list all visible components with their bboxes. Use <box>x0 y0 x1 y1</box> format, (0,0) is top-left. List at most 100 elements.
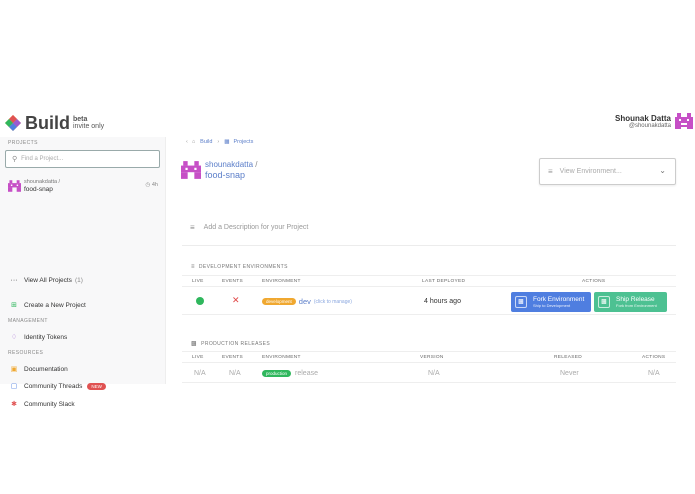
view-all-count: (1) <box>74 277 83 284</box>
environment-select[interactable]: ≡ View Environment... ⌄ <box>539 158 676 185</box>
title-owner: shounakdatta / <box>205 160 258 170</box>
breadcrumb: ‹ ⌂ Build › ▩ Projects <box>186 139 253 145</box>
box-icon: ▩ <box>224 139 230 145</box>
avatar-icon[interactable] <box>675 113 693 129</box>
project-name: food-snap <box>24 186 53 193</box>
documentation-link[interactable]: ▣ Documentation <box>10 365 68 374</box>
env-cell[interactable]: development dev (click to manage) <box>262 297 352 306</box>
sidebar-project-food-snap[interactable]: shounakdatta / food-snap ◷ 4h <box>8 179 158 193</box>
documentation-label: Documentation <box>24 365 68 373</box>
project-search-input[interactable]: ⚲ Find a Project... <box>5 150 160 168</box>
brand-logo[interactable]: Build beta invite only <box>4 113 104 133</box>
breadcrumb-projects[interactable]: Projects <box>233 139 253 145</box>
community-threads-link[interactable]: ▢ Community Threads NEW <box>10 382 106 390</box>
prod-released: Never <box>560 370 579 377</box>
table-row[interactable]: N/A N/A production release N/A Never N/A <box>182 364 676 383</box>
project-text: shounakdatta / food-snap <box>24 179 60 193</box>
live-status-dot <box>196 297 204 305</box>
title-project-name: food-snap <box>205 170 246 180</box>
prod-env-name: release <box>295 370 318 377</box>
fork-subtitle: Ship to Development <box>533 303 571 308</box>
book-icon: ▣ <box>10 366 18 373</box>
view-all-projects-link[interactable]: ··· View All Projects (1) <box>10 277 83 284</box>
description-input[interactable]: ≡ Add a Description for your Project <box>190 223 308 232</box>
col-events: EVENTS <box>222 279 243 284</box>
search-placeholder: Find a Project... <box>21 156 64 162</box>
prod-section-label: PRODUCTION RELEASES <box>201 340 271 347</box>
box-icon: ▩ <box>515 296 527 308</box>
view-all-label: View All Projects <box>24 277 72 284</box>
create-project-label: Create a New Project <box>24 301 86 309</box>
prod-env-cell[interactable]: production release <box>262 370 318 377</box>
tag-icon: ♢ <box>10 334 18 341</box>
ship-text: Ship Release Fork from Environment <box>616 296 657 308</box>
breadcrumb-build[interactable]: Build <box>200 139 212 145</box>
col-last-deployed: LAST DEPLOYED <box>422 279 466 284</box>
breadcrumb-separator-icon: › <box>217 139 220 145</box>
identity-tokens-label: Identity Tokens <box>24 333 68 341</box>
fork-text: Fork Environment Ship to Development <box>533 296 584 308</box>
col-version: VERSION <box>420 355 444 360</box>
invite-only-tag: invite only <box>73 123 105 130</box>
community-slack-link[interactable]: ✱ Community Slack <box>10 400 75 409</box>
projects-label: PROJECTS <box>8 140 38 146</box>
table-row[interactable]: ✕ development dev (click to manage) 4 ho… <box>182 288 676 315</box>
col-environment: ENVIRONMENT <box>262 279 301 284</box>
ellipsis-icon: ··· <box>10 277 18 284</box>
create-project-link[interactable]: ⊞ Create a New Project <box>10 301 86 310</box>
prod-live: N/A <box>194 370 206 377</box>
env-name[interactable]: dev <box>299 297 311 306</box>
title-owner-name[interactable]: shounakdatta <box>205 160 253 169</box>
x-icon: ✕ <box>232 295 240 305</box>
prod-events: N/A <box>229 370 241 377</box>
prod-actions: N/A <box>648 370 660 377</box>
project-age-value: 4h <box>151 182 158 188</box>
main-content: ‹ ⌂ Build › ▩ Projects shounakdatta / fo… <box>172 137 695 384</box>
chevron-down-icon: ⌄ <box>659 166 666 175</box>
user-info: Shounak Datta @shounakdatta <box>615 114 671 129</box>
project-avatar-icon <box>8 180 21 192</box>
env-manage-hint[interactable]: (click to manage) <box>314 299 352 305</box>
community-threads-label: Community Threads <box>24 382 83 390</box>
col-live: LIVE <box>192 355 204 360</box>
resources-label: RESOURCES <box>8 350 44 356</box>
last-deployed: 4 hours ago <box>424 298 461 305</box>
beta-tag: beta <box>73 116 88 123</box>
title-text: shounakdatta / food-snap <box>205 160 258 180</box>
project-avatar-icon <box>181 161 201 179</box>
col-environment: ENVIRONMENT <box>262 355 301 360</box>
project-owner: shounakdatta / <box>24 179 61 185</box>
new-badge: NEW <box>87 382 106 390</box>
user-handle: @shounakdatta <box>628 122 671 129</box>
dev-table-header: LIVE EVENTS ENVIRONMENT LAST DEPLOYED AC… <box>182 275 676 287</box>
ship-release-button[interactable]: ▩ Ship Release Fork from Environment <box>594 292 667 312</box>
breadcrumb-chevron-icon: ‹ <box>186 139 188 145</box>
title-slash: / <box>255 160 258 169</box>
development-badge: development <box>262 298 296 305</box>
prod-version: N/A <box>428 370 440 377</box>
page-title: shounakdatta / food-snap <box>181 160 258 180</box>
box-icon: ▩ <box>191 341 198 347</box>
col-actions: ACTIONS <box>642 355 666 360</box>
user-name: Shounak Datta <box>614 113 671 123</box>
home-icon[interactable]: ⌂ <box>192 139 195 145</box>
app-window: Build beta invite only Shounak Datta @sh… <box>0 111 695 408</box>
user-menu[interactable]: Shounak Datta @shounakdatta <box>615 113 693 129</box>
description-placeholder: Add a Description for your Project <box>203 224 309 231</box>
dev-section-label: DEVELOPMENT ENVIRONMENTS <box>198 264 288 270</box>
environment-select-placeholder: View Environment... <box>559 168 622 175</box>
production-badge: production <box>262 370 292 377</box>
prod-table-header: LIVE EVENTS ENVIRONMENT VERSION RELEASED… <box>182 351 676 363</box>
col-events: EVENTS <box>222 355 243 360</box>
col-released: RELEASED <box>554 355 582 360</box>
identity-tokens-link[interactable]: ♢ Identity Tokens <box>10 333 68 342</box>
clock-icon: ◷ <box>145 182 151 188</box>
brand-name: Build <box>25 113 70 133</box>
community-slack-label: Community Slack <box>24 400 75 408</box>
sidebar: PROJECTS ⚲ Find a Project... shounakdatt… <box>0 137 166 408</box>
dev-section-title: ≡ DEVELOPMENT ENVIRONMENTS <box>191 264 288 270</box>
col-actions: ACTIONS <box>582 279 606 284</box>
fork-environment-button[interactable]: ▩ Fork Environment Ship to Development <box>511 292 591 312</box>
search-icon: ⚲ <box>12 156 18 163</box>
project-age: ◷ 4h <box>146 182 158 188</box>
